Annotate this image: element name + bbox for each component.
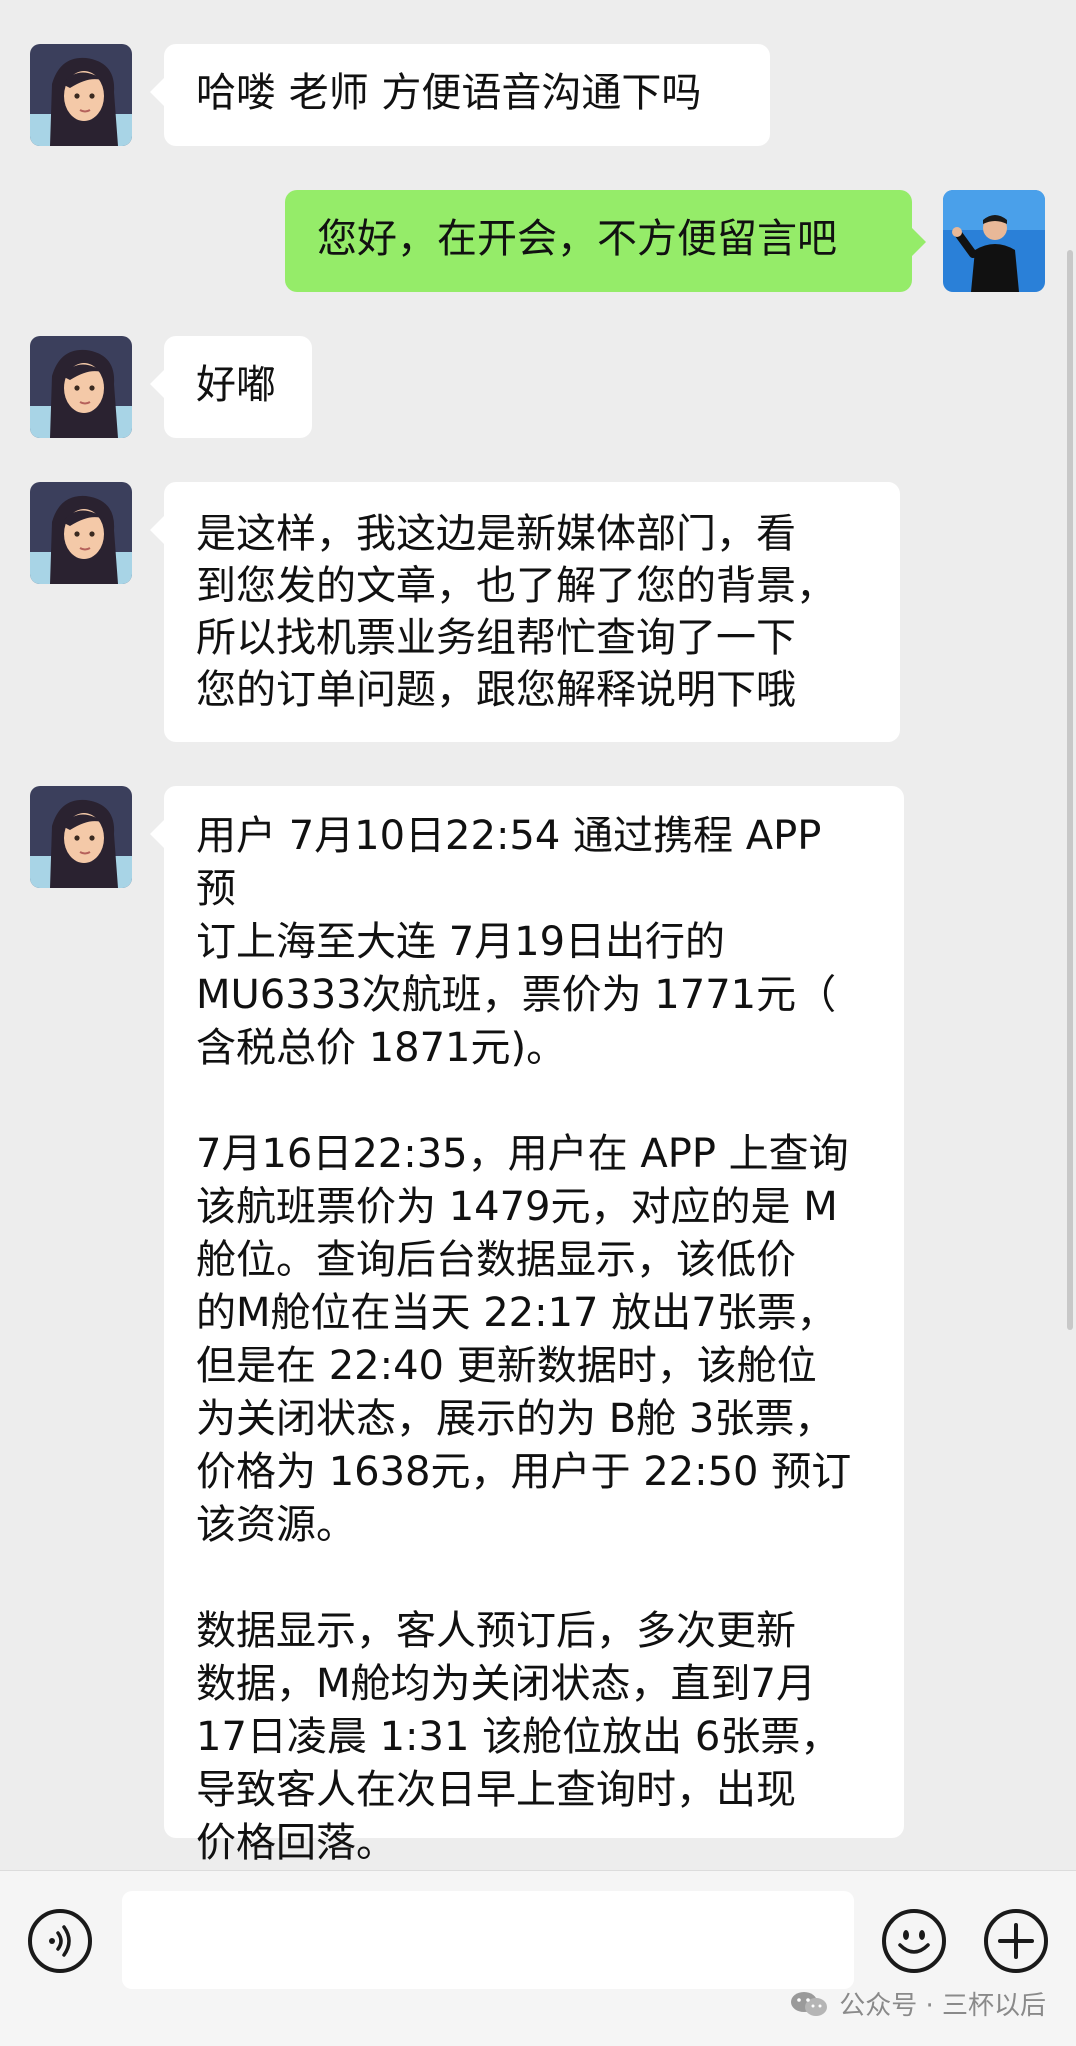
- message-line: 您的订单问题，跟您解释说明下哦: [196, 667, 796, 713]
- message-line: 所以找机票业务组帮忙查询了一下: [196, 615, 796, 661]
- message-line: 含税总价 1871元)。: [196, 1025, 567, 1071]
- message-line: 导致客人在次日早上查询时，出现: [196, 1767, 796, 1813]
- message-line: 数据，M舱均为关闭状态，直到7月: [196, 1661, 816, 1707]
- voice-icon[interactable]: [28, 1909, 92, 1973]
- message-paragraph: 用户 7月10日22:54 通过携程 APP 预 订上海至大连 7月19日出行的…: [196, 810, 872, 1075]
- message-bubble[interactable]: 您好，在开会，不方便留言吧: [285, 190, 926, 292]
- message-text: 您好，在开会，不方便留言吧: [317, 216, 837, 262]
- message-bubble[interactable]: 好嘟: [150, 336, 312, 438]
- message-line: 价格回落。: [196, 1820, 396, 1866]
- message-line: 是这样，我这边是新媒体部门，看: [196, 511, 796, 557]
- teacher-avatar[interactable]: [30, 482, 132, 584]
- my-avatar[interactable]: [943, 190, 1045, 292]
- message-line: 价格为 1638元，用户于 22:50 预订: [196, 1449, 852, 1495]
- emoji-icon[interactable]: [882, 1909, 946, 1973]
- plus-icon[interactable]: [984, 1909, 1048, 1973]
- teacher-avatar[interactable]: [30, 786, 132, 888]
- message-line: 订上海至大连 7月19日出行的: [196, 919, 726, 965]
- teacher-avatar[interactable]: [30, 44, 132, 146]
- message-line: 数据显示，客人预订后，多次更新: [196, 1608, 796, 1654]
- message-line: 到您发的文章，也了解了您的背景，: [196, 563, 836, 609]
- message-line: 舱位。查询后台数据显示，该低价: [196, 1237, 796, 1283]
- message-line: 7月16日22:35，用户在 APP 上查询: [196, 1131, 849, 1177]
- scrollbar[interactable]: [1067, 250, 1073, 1330]
- message-bubble[interactable]: 是这样，我这边是新媒体部门，看 到您发的文章，也了解了您的背景， 所以找机票业务…: [150, 482, 900, 742]
- message-line: MU6333次航班，票价为 1771元（: [196, 972, 837, 1018]
- teacher-avatar[interactable]: [30, 336, 132, 438]
- message-line: 17日凌晨 1:31 该舱位放出 6张票，: [196, 1714, 841, 1760]
- watermark-text: 公众号 · 三杯以后: [839, 1991, 1046, 2021]
- message-input[interactable]: [122, 1891, 854, 1989]
- watermark: 公众号 · 三杯以后: [789, 1985, 1046, 2022]
- message-line: 但是在 22:40 更新数据时，该舱位: [196, 1343, 817, 1389]
- message-line: 的M舱位在当天 22:17 放出7张票，: [196, 1290, 837, 1336]
- message-line: 用户 7月10日22:54 通过携程 APP 预: [196, 813, 822, 912]
- message-bubble[interactable]: 哈喽 老师 方便语音沟通下吗: [150, 44, 770, 146]
- message-line: 该航班票价为 1479元，对应的是 M: [196, 1184, 838, 1230]
- message-paragraph: 数据显示，客人预订后，多次更新 数据，M舱均为关闭状态，直到7月 17日凌晨 1…: [196, 1605, 872, 1870]
- message-bubble[interactable]: 用户 7月10日22:54 通过携程 APP 预 订上海至大连 7月19日出行的…: [150, 786, 904, 1866]
- message-line: 该资源。: [196, 1502, 356, 1548]
- message-text: 好嘟: [196, 362, 276, 408]
- message-text: 哈喽 老师 方便语音沟通下吗: [196, 70, 702, 116]
- message-paragraph: 7月16日22:35，用户在 APP 上查询 该航班票价为 1479元，对应的是…: [196, 1128, 872, 1552]
- message-line: 为关闭状态，展示的为 B舱 3张票，: [196, 1396, 835, 1442]
- wechat-icon: [791, 1991, 828, 2016]
